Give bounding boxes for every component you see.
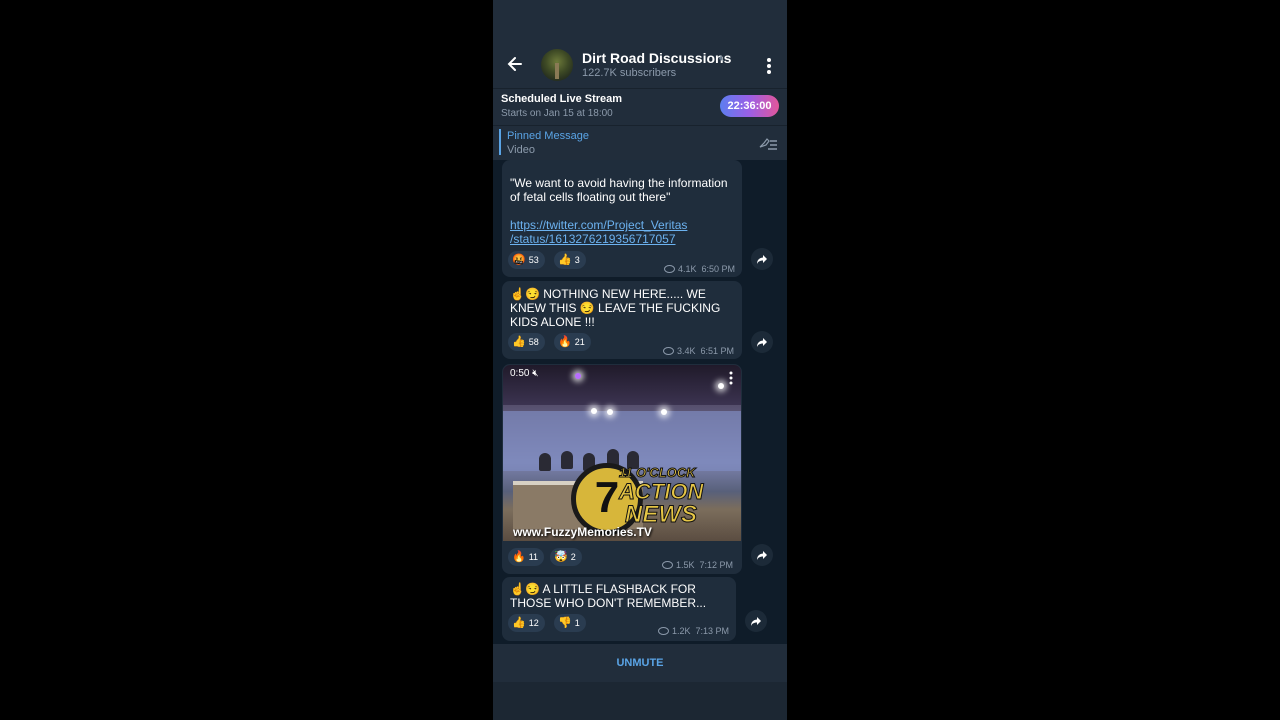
volume-off-icon: 🔇︎ (532, 368, 539, 379)
unpin-list-icon[interactable] (758, 135, 778, 151)
pinned-title: Pinned Message (507, 130, 589, 142)
message-meta: 1.2K 7:13 PM (658, 626, 729, 636)
pinned-preview: Video (507, 144, 535, 156)
message-bubble[interactable]: 7 11 O'CLOCK ACTION NEWS 0:50 🔇︎ www.Fuz… (502, 364, 742, 574)
muted-icon: 🔇︎ (719, 53, 725, 63)
share-icon[interactable] (751, 544, 773, 566)
message-bubble[interactable]: ☝️😏 NOTHING NEW HERE..... WE KNEW THIS 😏… (502, 281, 742, 359)
subscriber-count: 122.7K subscribers (582, 67, 677, 79)
reaction-chip[interactable]: 👍 58 (508, 333, 545, 351)
message-bubble[interactable]: "We want to avoid having the information… (502, 160, 742, 277)
video-watermark: www.FuzzyMemories.TV (513, 525, 652, 539)
video-light (575, 373, 581, 379)
video-light (718, 383, 724, 389)
unmute-button[interactable]: UNMUTE (493, 644, 787, 682)
message-bubble[interactable]: ☝️😏 A LITTLE FLASHBACK FOR THOSE WHO DON… (502, 577, 736, 641)
video-person (539, 453, 551, 471)
eye-icon (662, 560, 673, 569)
reaction-chip[interactable]: 🔥 11 (508, 548, 545, 566)
message-text: ☝️😏 NOTHING NEW HERE..... WE KNEW THIS 😏… (510, 287, 721, 329)
phone-screen: Dirt Road Discussions 🔇︎ 122.7K subscrib… (493, 0, 787, 720)
channel-title[interactable]: Dirt Road Discussions (582, 50, 731, 66)
message-link[interactable]: https://twitter.com/Project_Veritas /sta… (510, 218, 736, 246)
bottom-bar: UNMUTE (493, 644, 787, 682)
share-icon[interactable] (751, 248, 773, 270)
eye-icon (658, 626, 669, 635)
eye-icon (663, 346, 674, 355)
countdown-badge[interactable]: 22:36:00 (720, 95, 779, 117)
share-icon[interactable] (751, 331, 773, 353)
message-list[interactable]: "We want to avoid having the information… (493, 160, 787, 644)
video-light (661, 409, 667, 415)
pinned-indicator (499, 129, 501, 155)
message-meta: 1.5K 7:12 PM (662, 560, 733, 570)
share-icon[interactable] (745, 610, 767, 632)
back-arrow-icon[interactable] (505, 54, 525, 74)
reaction-chip[interactable]: 🤯 2 (550, 548, 582, 566)
video-person (561, 451, 573, 469)
video-light (607, 409, 613, 415)
link-line-2[interactable]: /status/1613276219356717057 (510, 232, 676, 246)
channel-avatar[interactable] (541, 49, 573, 81)
reaction-chip[interactable]: 🔥 21 (554, 333, 591, 351)
reaction-chip[interactable]: 👎 1 (554, 614, 586, 632)
message-meta: 3.4K 6:51 PM (663, 346, 734, 356)
system-nav-bar (493, 682, 787, 720)
pinned-message-bar[interactable]: Pinned Message Video (493, 125, 787, 160)
live-stream-start: Starts on Jan 15 at 18:00 (501, 108, 613, 119)
message-text: ☝️😏 A LITTLE FLASHBACK FOR THOSE WHO DON… (510, 582, 707, 610)
scheduled-live-stream-bar[interactable]: Scheduled Live Stream Starts on Jan 15 a… (493, 88, 787, 125)
link-line-1[interactable]: https://twitter.com/Project_Veritas (510, 218, 687, 232)
reaction-chip[interactable]: 🤬 53 (508, 251, 545, 269)
reaction-chip[interactable]: 👍 3 (554, 251, 586, 269)
video-duration: 0:50 🔇︎ (510, 368, 539, 379)
message-meta: 4.1K 6:50 PM (664, 264, 735, 274)
reaction-chip[interactable]: 👍 12 (508, 614, 545, 632)
more-vert-icon[interactable] (761, 56, 777, 76)
video-more-icon[interactable] (729, 371, 733, 385)
eye-icon (664, 264, 675, 273)
logo-text-line-1: 11 O'CLOCK (619, 465, 697, 481)
chat-header: Dirt Road Discussions 🔇︎ 122.7K subscrib… (493, 40, 787, 88)
live-stream-title: Scheduled Live Stream (501, 93, 623, 105)
message-text: "We want to avoid having the information… (510, 176, 728, 204)
video-ceiling (503, 365, 741, 405)
status-bar (493, 0, 787, 40)
video-light (591, 408, 597, 414)
video-player[interactable]: 7 11 O'CLOCK ACTION NEWS 0:50 🔇︎ www.Fuz… (503, 365, 741, 541)
